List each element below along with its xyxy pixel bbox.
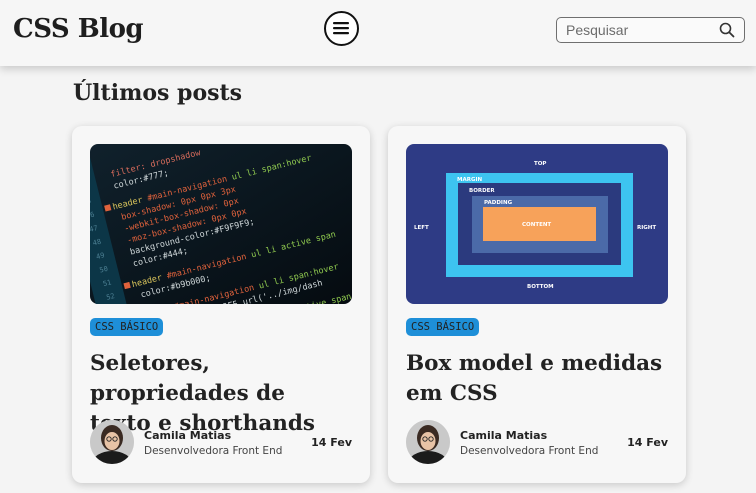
box-model-top-label: TOP: [534, 161, 546, 167]
author-role: Desenvolvedora Front End: [460, 445, 599, 457]
search-icon[interactable]: [719, 22, 735, 38]
post-title[interactable]: Box model e medidas em CSS: [406, 349, 668, 409]
site-header: CSS Blog: [0, 0, 756, 66]
category-tag[interactable]: CSS BÁSICO: [90, 318, 164, 336]
author-avatar: [90, 420, 134, 464]
post-card[interactable]: TOP BOTTOM LEFT RIGHT MARGIN BORDER PADD…: [388, 126, 686, 483]
box-model-bottom-label: BOTTOM: [527, 284, 554, 290]
post-image: TOP BOTTOM LEFT RIGHT MARGIN BORDER PADD…: [406, 144, 668, 304]
author-avatar: [406, 420, 450, 464]
menu-button[interactable]: [324, 11, 359, 46]
box-model-margin-label: MARGIN: [457, 177, 483, 183]
site-logo[interactable]: CSS Blog: [13, 14, 144, 44]
box-model-border-label: BORDER: [469, 188, 495, 194]
author-role: Desenvolvedora Front End: [144, 445, 283, 457]
author-name: Camila Matias: [460, 429, 548, 442]
post-date: 14 Fev: [311, 436, 352, 449]
post-image: 434445 464748 495051 525354 5556 filter:…: [90, 144, 352, 304]
section-title: Últimos posts: [73, 80, 243, 106]
post-title[interactable]: Seletores, propriedades de texto e short…: [90, 349, 352, 439]
search-input[interactable]: [557, 18, 717, 42]
box-model-left-label: LEFT: [414, 225, 429, 231]
box-model-content-label: CONTENT: [522, 222, 551, 228]
author-name: Camila Matias: [144, 429, 232, 442]
box-model-padding-label: PADDING: [484, 200, 513, 206]
box-model-right-label: RIGHT: [637, 225, 656, 231]
post-card[interactable]: 434445 464748 495051 525354 5556 filter:…: [72, 126, 370, 483]
post-date: 14 Fev: [627, 436, 668, 449]
search-box: [556, 17, 745, 43]
category-tag[interactable]: CSS BÁSICO: [406, 318, 480, 336]
hamburger-menu-icon: [333, 22, 349, 35]
